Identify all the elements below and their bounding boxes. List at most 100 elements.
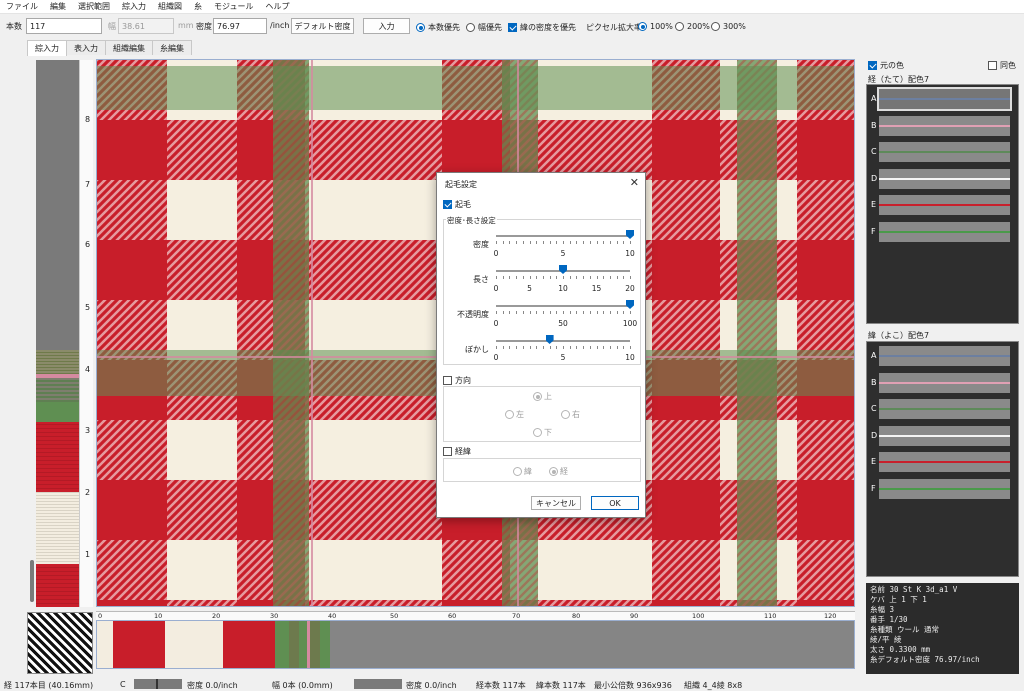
opt-warp-radio[interactable]: [549, 467, 558, 476]
zoom-label: ピクセル拡大率: [586, 23, 642, 32]
original-color-checkbox[interactable]: [868, 61, 877, 70]
warp-color-bar[interactable]: [96, 620, 855, 669]
menu-help[interactable]: ヘルプ: [265, 1, 289, 12]
density-slider-track[interactable]: [496, 235, 630, 237]
weft-density-prio-checkbox[interactable]: [508, 23, 517, 32]
weft-yarn-b[interactable]: B: [870, 373, 1014, 393]
density-input[interactable]: [213, 18, 267, 34]
status-density-1: 密度 0.0/inch: [187, 681, 238, 690]
weft-density-prio-option[interactable]: 緯の密度を優先: [508, 22, 576, 33]
slider-tick: [549, 276, 551, 279]
prio-width-radio[interactable]: [466, 23, 475, 32]
same-color-label: 同色: [1000, 61, 1016, 70]
same-color-checkbox[interactable]: [988, 61, 997, 70]
slider-tick: [516, 276, 518, 279]
ruler-h-label: 110: [764, 612, 777, 620]
weft-yarn-a[interactable]: A: [870, 346, 1014, 366]
opacity-slider-track[interactable]: [496, 305, 630, 307]
opt-warp-option[interactable]: 経: [549, 466, 568, 477]
zoom-300-option[interactable]: 300%: [711, 22, 746, 31]
yarn-color-line: [879, 435, 1010, 437]
warp-bar-olive: [289, 621, 299, 668]
weft-yarn-e[interactable]: E: [870, 452, 1014, 472]
weft-yarn-f[interactable]: F: [870, 479, 1014, 499]
menu-selection[interactable]: 選択範囲: [78, 1, 110, 12]
weft-yarn-c[interactable]: C: [870, 399, 1014, 419]
close-icon[interactable]: ✕: [630, 176, 639, 189]
fabric-cell: [97, 120, 167, 180]
slider-tick: [589, 276, 591, 279]
slider-tick: [609, 241, 611, 244]
same-color-option[interactable]: 同色: [988, 60, 1016, 71]
menu-module[interactable]: モジュール: [214, 1, 253, 12]
slider-tick: [630, 241, 631, 244]
zoom-100-option[interactable]: 100%: [638, 22, 673, 31]
menu-heddle-input[interactable]: 綜入力: [122, 1, 146, 12]
opt-weft-option[interactable]: 緯: [513, 466, 532, 477]
direction-label: 方向: [455, 376, 471, 385]
width-unit: mm: [178, 21, 194, 30]
slider-tick: [630, 276, 631, 279]
slider-tick-label: 15: [591, 284, 602, 293]
status-bar: 経 117本目 (40.16mm) C 密度 0.0/inch 幅 0本 (0.…: [0, 677, 1024, 691]
cancel-button[interactable]: キャンセル: [531, 496, 581, 510]
warp-bar-olive-2: [310, 621, 320, 668]
nap-option[interactable]: 起毛: [443, 199, 471, 210]
menu-edit[interactable]: 編集: [50, 1, 66, 12]
status-weft-count: 緯本数 117本: [536, 681, 586, 690]
weft-yarn-d[interactable]: D: [870, 426, 1014, 446]
ok-button[interactable]: OK: [591, 496, 639, 510]
count-input[interactable]: [26, 18, 102, 34]
menu-yarn[interactable]: 糸: [194, 1, 202, 12]
slider-tick: [609, 311, 611, 314]
nap-checkbox[interactable]: [443, 200, 452, 209]
tab-weave-edit[interactable]: 組織編集: [105, 40, 153, 55]
slider-tick: [502, 311, 504, 314]
original-color-label: 元の色: [880, 61, 904, 70]
strip-scrollbar[interactable]: [30, 560, 34, 602]
original-color-option[interactable]: 元の色: [868, 60, 904, 71]
dir-down-option[interactable]: 下: [533, 427, 552, 438]
warp-yarn-b[interactable]: B: [870, 116, 1014, 136]
zoom-200-radio[interactable]: [675, 22, 684, 31]
dir-down-radio[interactable]: [533, 428, 542, 437]
tab-table-input[interactable]: 表入力: [66, 40, 106, 55]
direction-option[interactable]: 方向: [443, 375, 471, 386]
warp-yarn-d[interactable]: D: [870, 169, 1014, 189]
menu-weave-diagram[interactable]: 組織図: [158, 1, 182, 12]
dir-right-radio[interactable]: [561, 410, 570, 419]
weave-pattern-swatch[interactable]: [27, 612, 93, 674]
dir-up-radio[interactable]: [533, 392, 542, 401]
weft-color-strip[interactable]: [30, 60, 79, 607]
width-input[interactable]: [118, 18, 174, 34]
tab-yarn-edit[interactable]: 糸編集: [152, 40, 192, 55]
tab-heddle-input[interactable]: 綜入力: [27, 40, 67, 56]
zoom-200-option[interactable]: 200%: [675, 22, 710, 31]
dir-right-option[interactable]: 右: [561, 409, 580, 420]
warp-yarn-c[interactable]: C: [870, 142, 1014, 162]
input-button[interactable]: 入力: [363, 18, 410, 34]
warpweft-label: 経緯: [455, 447, 471, 456]
warp-yarn-a[interactable]: A: [870, 87, 1014, 111]
slider-tick: [583, 276, 585, 279]
dir-left-option[interactable]: 左: [505, 409, 524, 420]
warp-yarn-f[interactable]: F: [870, 222, 1014, 242]
warpweft-option[interactable]: 経緯: [443, 446, 471, 457]
prio-count-radio[interactable]: [416, 23, 425, 32]
dir-left-radio[interactable]: [505, 410, 514, 419]
dir-up-option[interactable]: 上: [533, 391, 552, 402]
prio-count-option[interactable]: 本数優先: [416, 22, 460, 33]
warpweft-checkbox[interactable]: [443, 447, 452, 456]
menu-file[interactable]: ファイル: [6, 1, 38, 12]
slider-tick: [563, 311, 564, 314]
warp-yarn-e[interactable]: E: [870, 195, 1014, 215]
length-tick-labels: 0 5 10 15 20: [437, 284, 647, 294]
yarn-color-line: [879, 125, 1010, 127]
opt-weft-radio[interactable]: [513, 467, 522, 476]
blur-slider-track[interactable]: [496, 340, 630, 342]
default-density-button[interactable]: デフォルト密度: [291, 18, 354, 34]
zoom-100-radio[interactable]: [638, 22, 647, 31]
prio-width-option[interactable]: 幅優先: [466, 22, 502, 33]
direction-checkbox[interactable]: [443, 376, 452, 385]
zoom-300-radio[interactable]: [711, 22, 720, 31]
